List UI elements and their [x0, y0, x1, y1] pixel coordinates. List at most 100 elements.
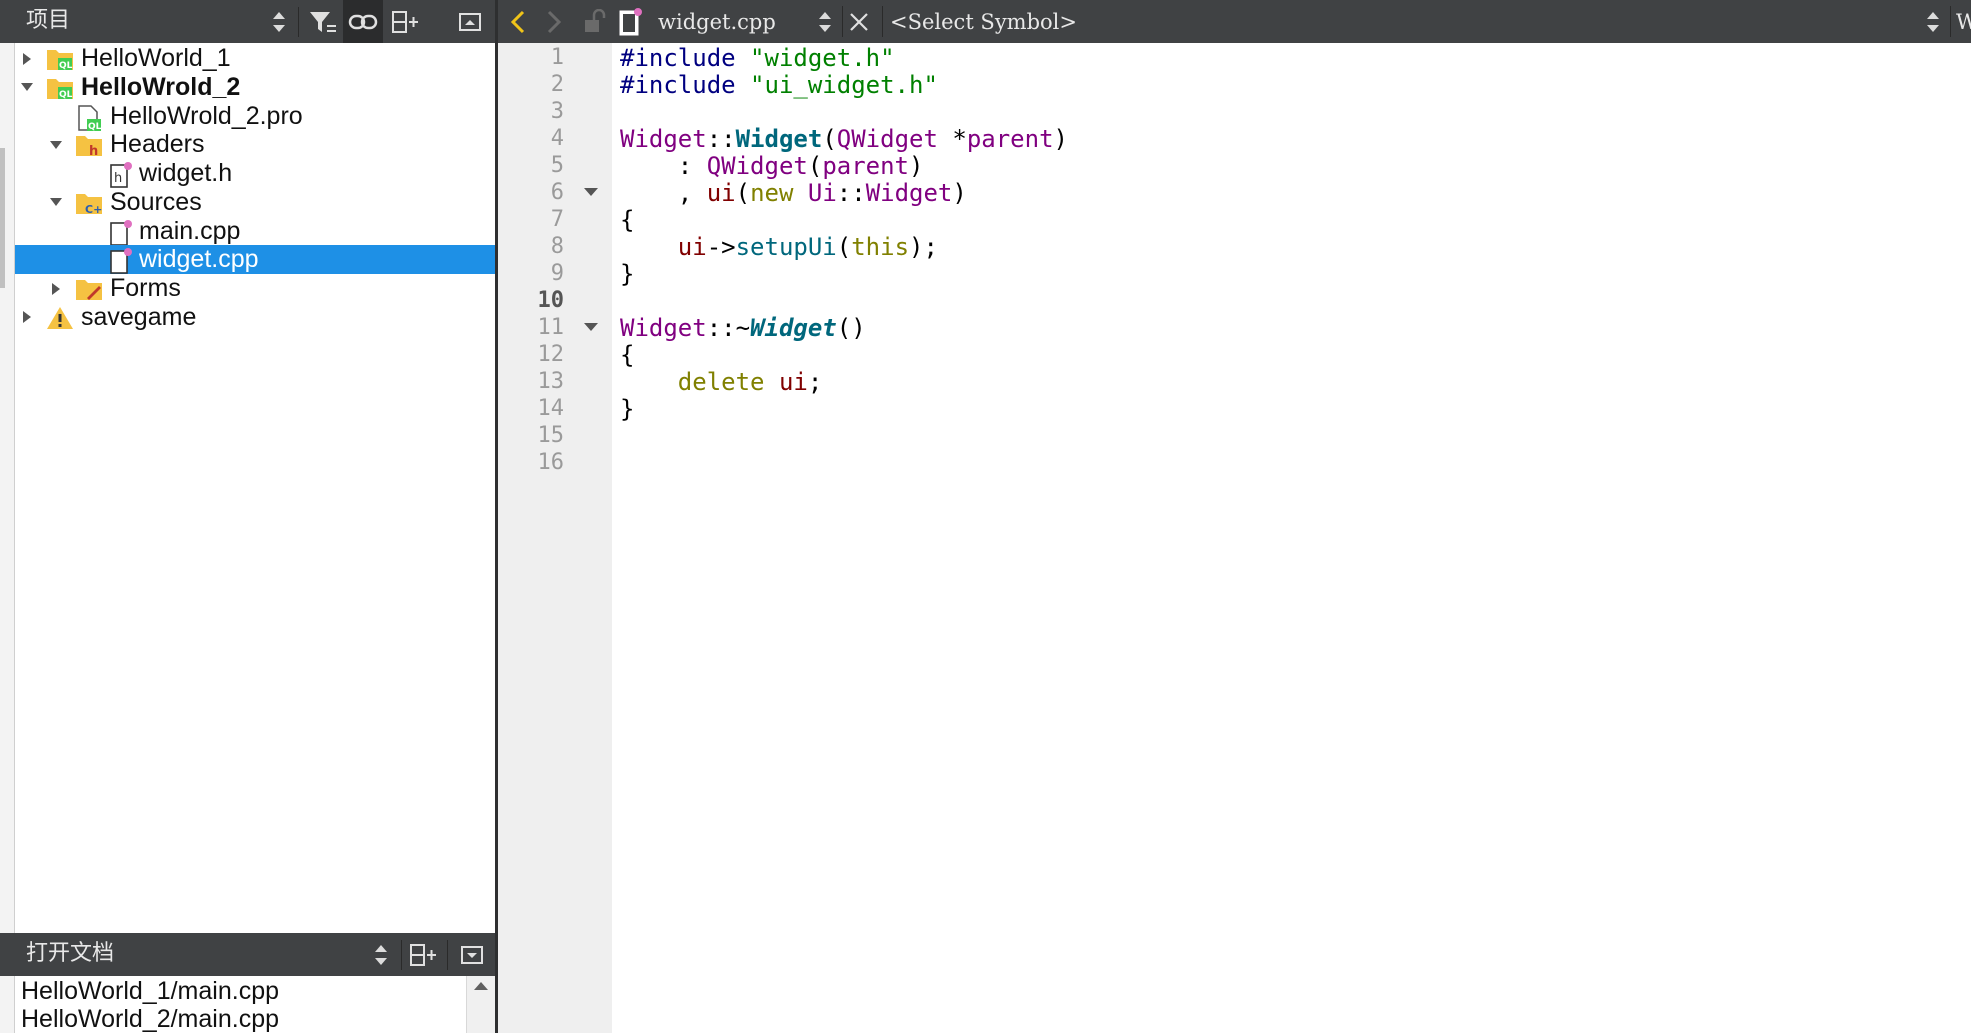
- code-token: delete: [677, 368, 765, 396]
- tree-item[interactable]: h widget.h: [15, 159, 495, 188]
- tree-item-label: HelloWrold_2: [81, 72, 241, 101]
- open-docs-split-icon[interactable]: [403, 933, 443, 976]
- expand-arrow-icon[interactable]: [47, 280, 65, 298]
- tree-item[interactable]: QL HelloWorld_1: [15, 44, 495, 73]
- go-forward-icon[interactable]: [544, 0, 574, 43]
- code-line: , ui(new Ui::Widget): [620, 176, 967, 210]
- headers-folder-icon: h: [75, 132, 103, 160]
- sources-folder-icon: C+: [75, 190, 103, 218]
- tree-item-label: HelloWorld_1: [81, 44, 231, 72]
- filter-icon[interactable]: [303, 0, 343, 43]
- fold-marker-icon[interactable]: [584, 188, 598, 196]
- header-file-icon: h: [108, 161, 136, 189]
- code-token: ::: [836, 179, 866, 207]
- forms-folder-icon: [75, 276, 103, 304]
- project-tree: QL HelloWorld_1 QL HelloWrold_2 QL HelloWrold…: [15, 43, 495, 933]
- code-token: ;: [807, 368, 823, 396]
- code-token: ): [952, 179, 967, 207]
- code-token: setupUi: [735, 233, 837, 261]
- symbol-selector-label: <Select Symbol>: [890, 9, 1077, 34]
- svg-text:C+: C+: [85, 203, 102, 216]
- encoding-selector-arrows-icon[interactable]: [1926, 0, 1946, 43]
- code-token: ): [1053, 125, 1068, 153]
- svg-text:h: h: [114, 171, 122, 186]
- code-token: Ui: [807, 179, 837, 207]
- code-line: }: [620, 392, 634, 426]
- collapse-arrow-icon[interactable]: [18, 78, 36, 96]
- expand-arrow-icon[interactable]: [18, 308, 36, 326]
- tree-item[interactable]: Forms: [15, 274, 495, 303]
- close-pane-icon[interactable]: [450, 0, 490, 43]
- code-token: ->: [706, 233, 736, 261]
- link-with-editor-icon[interactable]: [343, 0, 383, 43]
- line-number-gutter[interactable]: 1 2 3 4 5 6 7 8 9 10 11 12 13 14 15 16: [498, 43, 612, 1033]
- project-pane-title: 项目: [26, 8, 71, 33]
- line-ending-selector[interactable]: Window: [1956, 0, 1971, 43]
- collapse-arrow-icon[interactable]: [47, 193, 65, 211]
- code-editor[interactable]: #include "widget.h" #include "ui_widget.h…: [612, 43, 1971, 1033]
- tree-item-label: Sources: [110, 187, 202, 216]
- code-line: delete ui;: [620, 365, 823, 399]
- tree-item-label: widget.h: [139, 159, 233, 187]
- open-docs-scrollbar[interactable]: [466, 976, 495, 1033]
- cpp-file-icon: [108, 219, 136, 247]
- project-pane-header: 项目: [0, 0, 495, 43]
- open-docs-selector-arrows-icon[interactable]: [366, 933, 396, 976]
- code-token: this: [851, 233, 910, 261]
- open-documents-list: HelloWorld_1/main.cpp HelloWorld_2/main.c…: [15, 976, 495, 1033]
- tree-item-label: Headers: [110, 130, 205, 159]
- fold-marker-icon[interactable]: [584, 323, 598, 331]
- line-ending-label: Window: [1956, 9, 1971, 34]
- current-file-name[interactable]: widget.cpp: [658, 0, 776, 43]
- open-documents-header: 打开文档: [0, 933, 495, 976]
- tree-item[interactable]: main.cpp: [15, 217, 495, 246]
- tree-item-label: savegame: [81, 302, 197, 331]
- symbol-selector[interactable]: <Select Symbol>: [890, 0, 1077, 43]
- cpp-file-icon: [108, 247, 136, 275]
- tree-item[interactable]: QL HelloWrold_2.pro: [15, 101, 495, 132]
- tree-item[interactable]: h Headers: [15, 130, 495, 159]
- left-bottom-edge-strip: [0, 976, 15, 1033]
- split-pane-icon[interactable]: [385, 0, 425, 43]
- code-token: (): [836, 314, 866, 342]
- scroll-up-icon[interactable]: [474, 982, 488, 990]
- lock-icon[interactable]: [582, 0, 612, 43]
- close-document-icon[interactable]: [848, 0, 878, 43]
- line-number: 16: [537, 450, 565, 475]
- go-back-icon[interactable]: [508, 0, 538, 43]
- tree-item-label: HelloWrold_2.pro: [110, 101, 303, 130]
- tree-item[interactable]: C+ Sources: [15, 188, 495, 217]
- collapse-arrow-icon[interactable]: [47, 136, 65, 154]
- open-document-item[interactable]: HelloWorld_1/main.cpp: [21, 977, 279, 1006]
- svg-text:QL: QL: [59, 90, 73, 100]
- code-token: }: [620, 260, 635, 288]
- qt-pro-file-icon: QL: [75, 104, 103, 132]
- file-type-icon: [618, 0, 652, 43]
- code-token: new: [750, 179, 794, 207]
- code-token: }: [620, 395, 635, 423]
- code-token: parent: [966, 125, 1054, 153]
- editor-toolbar: widget.cpp <Select Symbol> Window: [498, 0, 1971, 43]
- code-line: ui->setupUi(this);: [620, 230, 938, 264]
- code-line: Widget::~Widget(): [620, 311, 866, 345]
- tree-item[interactable]: widget.cpp: [15, 245, 495, 275]
- code-token: Widget: [750, 314, 837, 342]
- tree-item-label: widget.cpp: [139, 245, 259, 274]
- view-selector-arrows-icon[interactable]: [264, 0, 294, 43]
- left-edge-strip: [0, 43, 15, 933]
- project-pane: 项目 QL HelloWorld_1 QL HelloWrold_2 QL HelloWr…: [0, 0, 495, 1033]
- expand-arrow-icon[interactable]: [18, 50, 36, 68]
- code-line: }: [620, 257, 634, 291]
- tree-item[interactable]: savegame: [15, 303, 495, 332]
- file-selector-arrows-icon[interactable]: [818, 0, 838, 43]
- open-document-item[interactable]: HelloWorld_2/main.cpp: [21, 1005, 279, 1033]
- qt-project-folder-icon: QL: [46, 46, 74, 74]
- code-token: ui: [677, 233, 707, 261]
- svg-text:QL: QL: [59, 61, 73, 71]
- tree-item[interactable]: QL HelloWrold_2: [15, 73, 495, 102]
- code-token: "ui_widget.h": [750, 71, 938, 99]
- open-documents-title: 打开文档: [26, 941, 115, 966]
- open-docs-close-icon[interactable]: [452, 933, 492, 976]
